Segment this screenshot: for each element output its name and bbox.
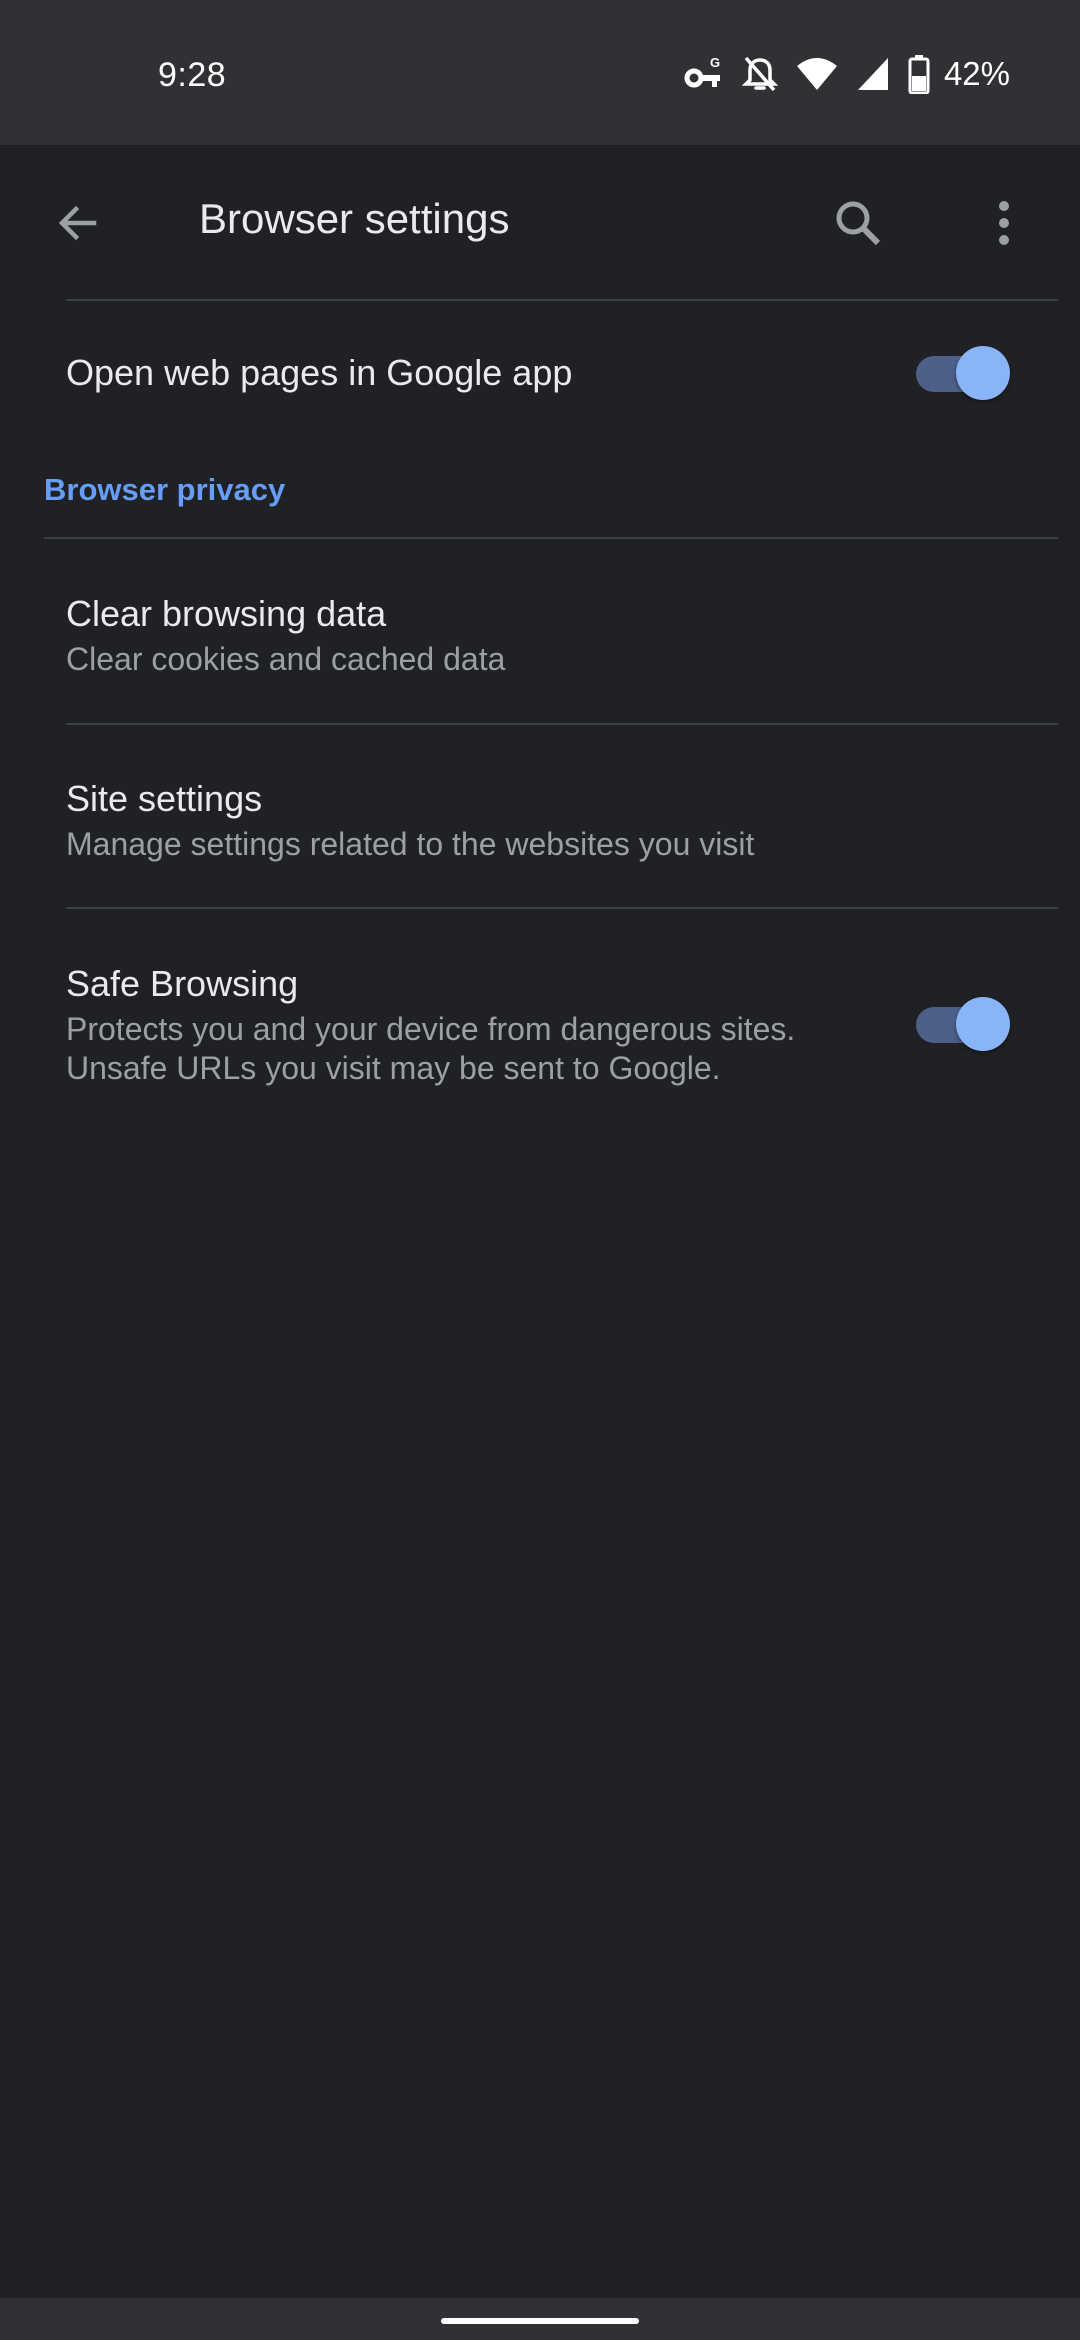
svg-text:G: G xyxy=(710,55,720,70)
more-options-button[interactable] xyxy=(970,189,1038,257)
clear-browsing-data-title: Clear browsing data xyxy=(66,593,387,634)
notifications-off-icon xyxy=(741,54,778,94)
open-in-app-title: Open web pages in Google app xyxy=(66,352,573,393)
clear-browsing-data-summary: Clear cookies and cached data xyxy=(66,641,506,677)
open-in-app-toggle[interactable] xyxy=(910,341,1010,401)
page-title: Browser settings xyxy=(199,195,510,242)
toggle-thumb xyxy=(956,997,1010,1051)
wifi-icon xyxy=(796,56,838,92)
toggle-thumb xyxy=(956,346,1010,400)
status-icons: G 42% xyxy=(684,52,1010,96)
safe-browsing-summary-line2: Unsafe URLs you visit may be sent to Goo… xyxy=(66,1050,721,1086)
section-header-browser-privacy: Browser privacy xyxy=(44,472,286,507)
cellular-signal-icon xyxy=(856,56,890,92)
site-settings-summary: Manage settings related to the websites … xyxy=(66,826,755,862)
back-button[interactable] xyxy=(44,189,112,257)
safe-browsing-toggle[interactable] xyxy=(910,992,1010,1052)
status-time: 9:28 xyxy=(158,56,227,94)
site-settings-title: Site settings xyxy=(66,778,263,819)
app-bar: Browser settings xyxy=(0,145,1080,300)
safe-browsing-summary-line1: Protects you and your device from danger… xyxy=(66,1011,796,1047)
navigation-bar xyxy=(0,2298,1080,2340)
more-vert-icon xyxy=(999,201,1009,245)
battery-icon xyxy=(908,54,930,94)
search-button[interactable] xyxy=(824,189,892,257)
vpn-key-icon: G xyxy=(684,54,724,94)
battery-percent: 42% xyxy=(943,55,1010,92)
safe-browsing-summary: Protects you and your device from danger… xyxy=(66,1010,866,1088)
arrow-back-icon xyxy=(58,205,97,241)
safe-browsing-title: Safe Browsing xyxy=(66,963,299,1004)
search-icon xyxy=(836,201,881,246)
home-gesture-handle[interactable] xyxy=(441,2318,639,2324)
status-bar: 9:28 G 42% xyxy=(0,0,1080,145)
